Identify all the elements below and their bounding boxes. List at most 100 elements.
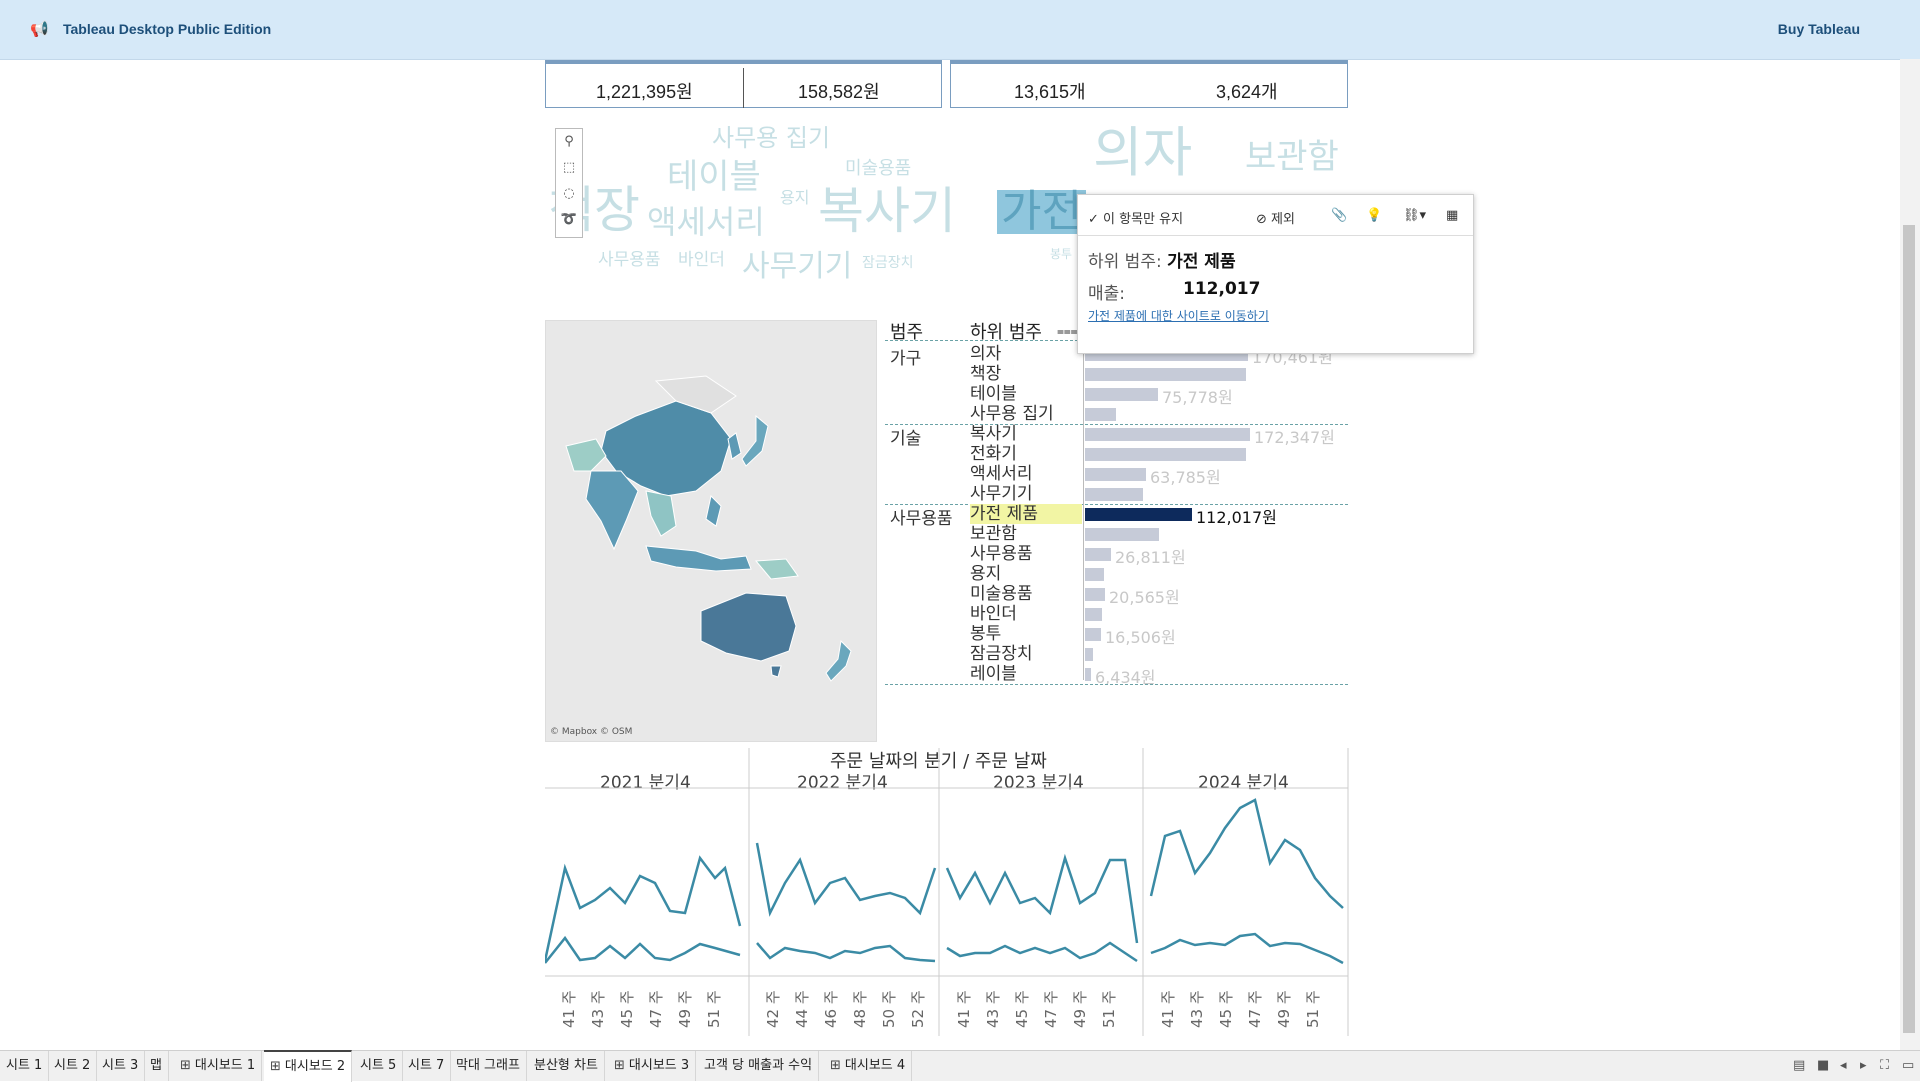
cloud-word[interactable]: 보관함 [1245,140,1339,174]
bar-mark[interactable] [1085,528,1159,541]
sheet-tab[interactable]: 고객 당 매출과 수익 [698,1051,820,1081]
subcategory-label[interactable]: 사무기기 [970,484,1033,504]
pin-icon[interactable]: ⚲ [556,129,582,155]
subcategory-label[interactable]: 액세서리 [970,464,1033,484]
sheet-tab[interactable]: 시트 5 [354,1051,404,1081]
subcategory-label[interactable]: 보관함 [970,524,1017,544]
subcategory-label[interactable]: 용지 [970,564,1001,584]
kpi-sales: 1,221,395원 [596,82,693,102]
subcategory-label[interactable]: 미술용품 [970,584,1033,604]
cloud-word[interactable]: 액세서리 [647,206,765,238]
bar-mark[interactable] [1085,428,1250,441]
view-data-icon[interactable]: ▦ [1446,208,1458,223]
lightbulb-icon[interactable]: 💡 [1366,208,1382,223]
subcategory-label[interactable]: 의자 [970,344,1001,364]
cloud-word[interactable]: 잠금장치 [862,256,914,270]
sheet-tab[interactable]: 시트 7 [402,1051,452,1081]
sheet-tab[interactable]: 시트 1 [0,1051,50,1081]
map-region-indonesia [645,545,752,572]
cloud-word[interactable]: 복사기 [818,186,956,236]
fullscreen-icon[interactable]: ⛶ [1880,1058,1889,1073]
bar-mark[interactable] [1085,608,1102,621]
bar-mark[interactable] [1085,368,1246,381]
sort-icon[interactable]: ⩶ [1057,324,1078,339]
map-region-se-asia [645,490,677,537]
group-icon[interactable]: ⛓▾ [1403,208,1426,223]
cloud-word[interactable]: 의자 [1093,126,1192,180]
x-tick-label: 43 주 [589,990,607,1028]
buy-tableau-link[interactable]: Buy Tableau [1778,21,1860,37]
subcategory-label[interactable]: 전화기 [970,444,1017,464]
category-label[interactable]: 기술 [890,424,921,449]
bar-mark[interactable] [1085,548,1111,561]
bar-mark[interactable] [1085,588,1105,601]
subcategory-label[interactable]: 복사기 [970,424,1017,444]
bar-mark[interactable] [1085,488,1143,501]
rect-select-icon[interactable]: ⬚ [556,155,582,181]
x-tick-label: 49 주 [1071,990,1089,1028]
tooltip-sales-value: 112,017 [1183,279,1261,299]
sheet-tab[interactable]: ⊞ 대시보드 3 [608,1051,697,1081]
cloud-word[interactable]: 사무기기 [742,252,852,282]
subcategory-label[interactable]: 테이블 [970,384,1017,404]
subcategory-label[interactable]: 가전 제품 [970,504,1082,524]
bar-value-label: 172,347원 [1254,428,1335,447]
sheet-tab-label: 시트 2 [54,1058,91,1073]
radial-select-icon[interactable]: ◌ [556,181,582,207]
bar-mark[interactable] [1085,408,1116,421]
bar-mark[interactable] [1085,568,1104,581]
grid-view-icon[interactable]: ▤ [1793,1058,1805,1073]
tooltip-sales-label: 매출: [1088,284,1126,304]
sheet-tab[interactable]: ⊞ 대시보드 2 [264,1050,353,1082]
category-label[interactable]: 사무용품 [890,504,953,529]
bar-mark[interactable] [1085,628,1101,641]
bar-mark[interactable] [1085,648,1093,661]
tooltip-link[interactable]: 가전 제품에 대한 사이트로 이동하기 [1088,307,1269,324]
bar-mark[interactable] [1085,448,1246,461]
lasso-select-icon[interactable]: ➰ [556,207,582,233]
scrollbar-thumb[interactable] [1903,225,1915,1033]
cloud-word[interactable]: 사무용품 [598,252,661,269]
keep-only-button[interactable]: ✓ 이 항목만 유지 [1088,208,1183,227]
bar-mark[interactable] [1085,388,1158,401]
cloud-word[interactable]: 봉투 [1050,248,1072,260]
cloud-word-selected[interactable]: 가전 [997,190,1086,234]
x-tick-label: 46 주 [822,990,840,1028]
subcategory-label[interactable]: 봉투 [970,624,1001,644]
subcategory-label[interactable]: 잠금장치 [970,644,1033,664]
sheet-tab[interactable]: 분산형 차트 [528,1051,605,1081]
map-view[interactable]: © Mapbox © OSM [545,320,877,742]
sheet-tab[interactable]: 맵 [144,1051,169,1081]
cloud-word[interactable]: 바인더 [678,252,725,269]
cloud-word[interactable]: 미술용품 [845,160,911,178]
sheet-tab[interactable]: ⊞ 대시보드 4 [824,1051,913,1081]
prev-sheet-icon[interactable]: ◂ [1840,1058,1847,1073]
subcategory-label[interactable]: 사무용 집기 [970,404,1054,424]
map-region-philippines [705,494,722,527]
next-sheet-icon[interactable]: ▸ [1860,1058,1867,1073]
sheet-tab[interactable]: ⊞ 대시보드 1 [174,1051,263,1081]
category-label[interactable]: 가구 [890,344,921,369]
bar-mark[interactable] [1085,468,1146,481]
cloud-word[interactable]: 테이블 [667,160,761,194]
subcategory-label[interactable]: 사무용품 [970,544,1033,564]
map-region-tasmania [770,665,782,678]
cloud-word[interactable]: 용지 [780,190,809,206]
subcategory-label[interactable]: 레이블 [970,664,1017,684]
dashboard-icon: ⊞ [614,1058,625,1073]
presentation-icon[interactable]: ▭ [1902,1058,1914,1073]
bar-mark[interactable] [1085,668,1091,681]
sheet-tab[interactable]: 막대 그래프 [450,1051,527,1081]
subcategory-label[interactable]: 바인더 [970,604,1017,624]
bar-mark[interactable] [1085,508,1192,521]
sheet-tab-label: 시트 1 [6,1058,43,1073]
map-credit: © Mapbox © OSM [550,727,633,737]
exclude-button[interactable]: ⊘ 제외 [1256,208,1295,227]
subcategory-label[interactable]: 책장 [970,364,1001,384]
filmstrip-icon[interactable]: ■ [1817,1058,1829,1073]
map-region-new-zealand [825,639,852,682]
sheet-tab[interactable]: 시트 3 [96,1051,146,1081]
sheet-tab[interactable]: 시트 2 [48,1051,98,1081]
paperclip-icon[interactable]: 📎 [1331,208,1347,223]
cloud-word[interactable]: 사무용 집기 [712,126,830,150]
